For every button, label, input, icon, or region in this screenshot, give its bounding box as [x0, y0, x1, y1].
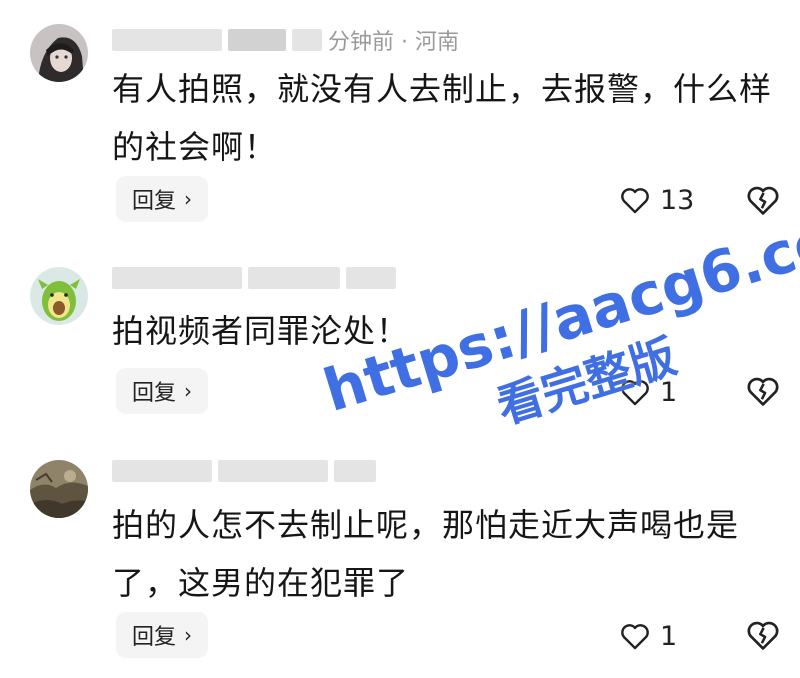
heart-outline-icon — [621, 380, 649, 406]
comment-meta-3 — [112, 458, 382, 484]
heart-outline-icon — [621, 188, 649, 214]
reply-button[interactable]: 回复 › — [116, 176, 209, 222]
user-avatar-2[interactable] — [30, 267, 88, 325]
redacted-username — [112, 460, 212, 482]
redacted-text — [346, 267, 396, 289]
dislike-button[interactable] — [744, 616, 782, 654]
comment-meta-2 — [112, 265, 402, 291]
redacted-text — [218, 460, 328, 482]
redacted-text — [228, 29, 286, 51]
broken-heart-icon — [747, 186, 779, 215]
heart-outline-icon — [621, 624, 649, 650]
reply-label: 回复 — [132, 189, 177, 214]
comment-meta-1: 分钟前 · 河南 — [112, 27, 459, 55]
broken-heart-icon — [747, 621, 779, 650]
chevron-right-icon: › — [184, 379, 193, 403]
redacted-username — [112, 267, 242, 289]
dislike-button[interactable] — [744, 181, 782, 219]
dislike-button[interactable] — [744, 372, 782, 410]
comment-time-location: 分钟前 · 河南 — [328, 30, 459, 55]
redacted-text — [248, 267, 340, 289]
comment-text-2: 拍视频者同罪沦处！ — [112, 312, 410, 350]
broken-heart-icon — [747, 377, 779, 406]
comment-text-3: 拍的人怎不去制止呢，那怕走近大声喝也是了，这男的在犯罪了 — [112, 506, 740, 602]
reply-label: 回复 — [132, 625, 177, 650]
like-count: 1 — [660, 376, 678, 408]
reply-button[interactable]: 回复 › — [116, 612, 209, 658]
like-button[interactable]: 1 — [618, 372, 677, 412]
like-button[interactable]: 1 — [618, 616, 677, 656]
redacted-text — [292, 29, 322, 51]
like-count: 1 — [660, 620, 678, 652]
reply-label: 回复 — [132, 381, 177, 406]
comment-text-1: 有人拍照，就没有人去制止，去报警，什么样的社会啊！ — [112, 70, 773, 166]
like-button[interactable]: 13 — [618, 180, 694, 220]
redacted-username — [112, 29, 222, 51]
user-avatar-3[interactable] — [30, 460, 88, 518]
user-avatar-1[interactable] — [30, 24, 88, 82]
avatar-image — [30, 460, 88, 518]
avatar-image — [30, 267, 88, 325]
avatar-image — [30, 24, 88, 82]
redacted-text — [334, 460, 376, 482]
chevron-right-icon: › — [184, 187, 193, 211]
like-count: 13 — [660, 184, 695, 216]
reply-button[interactable]: 回复 › — [116, 368, 209, 414]
chevron-right-icon: › — [184, 623, 193, 647]
